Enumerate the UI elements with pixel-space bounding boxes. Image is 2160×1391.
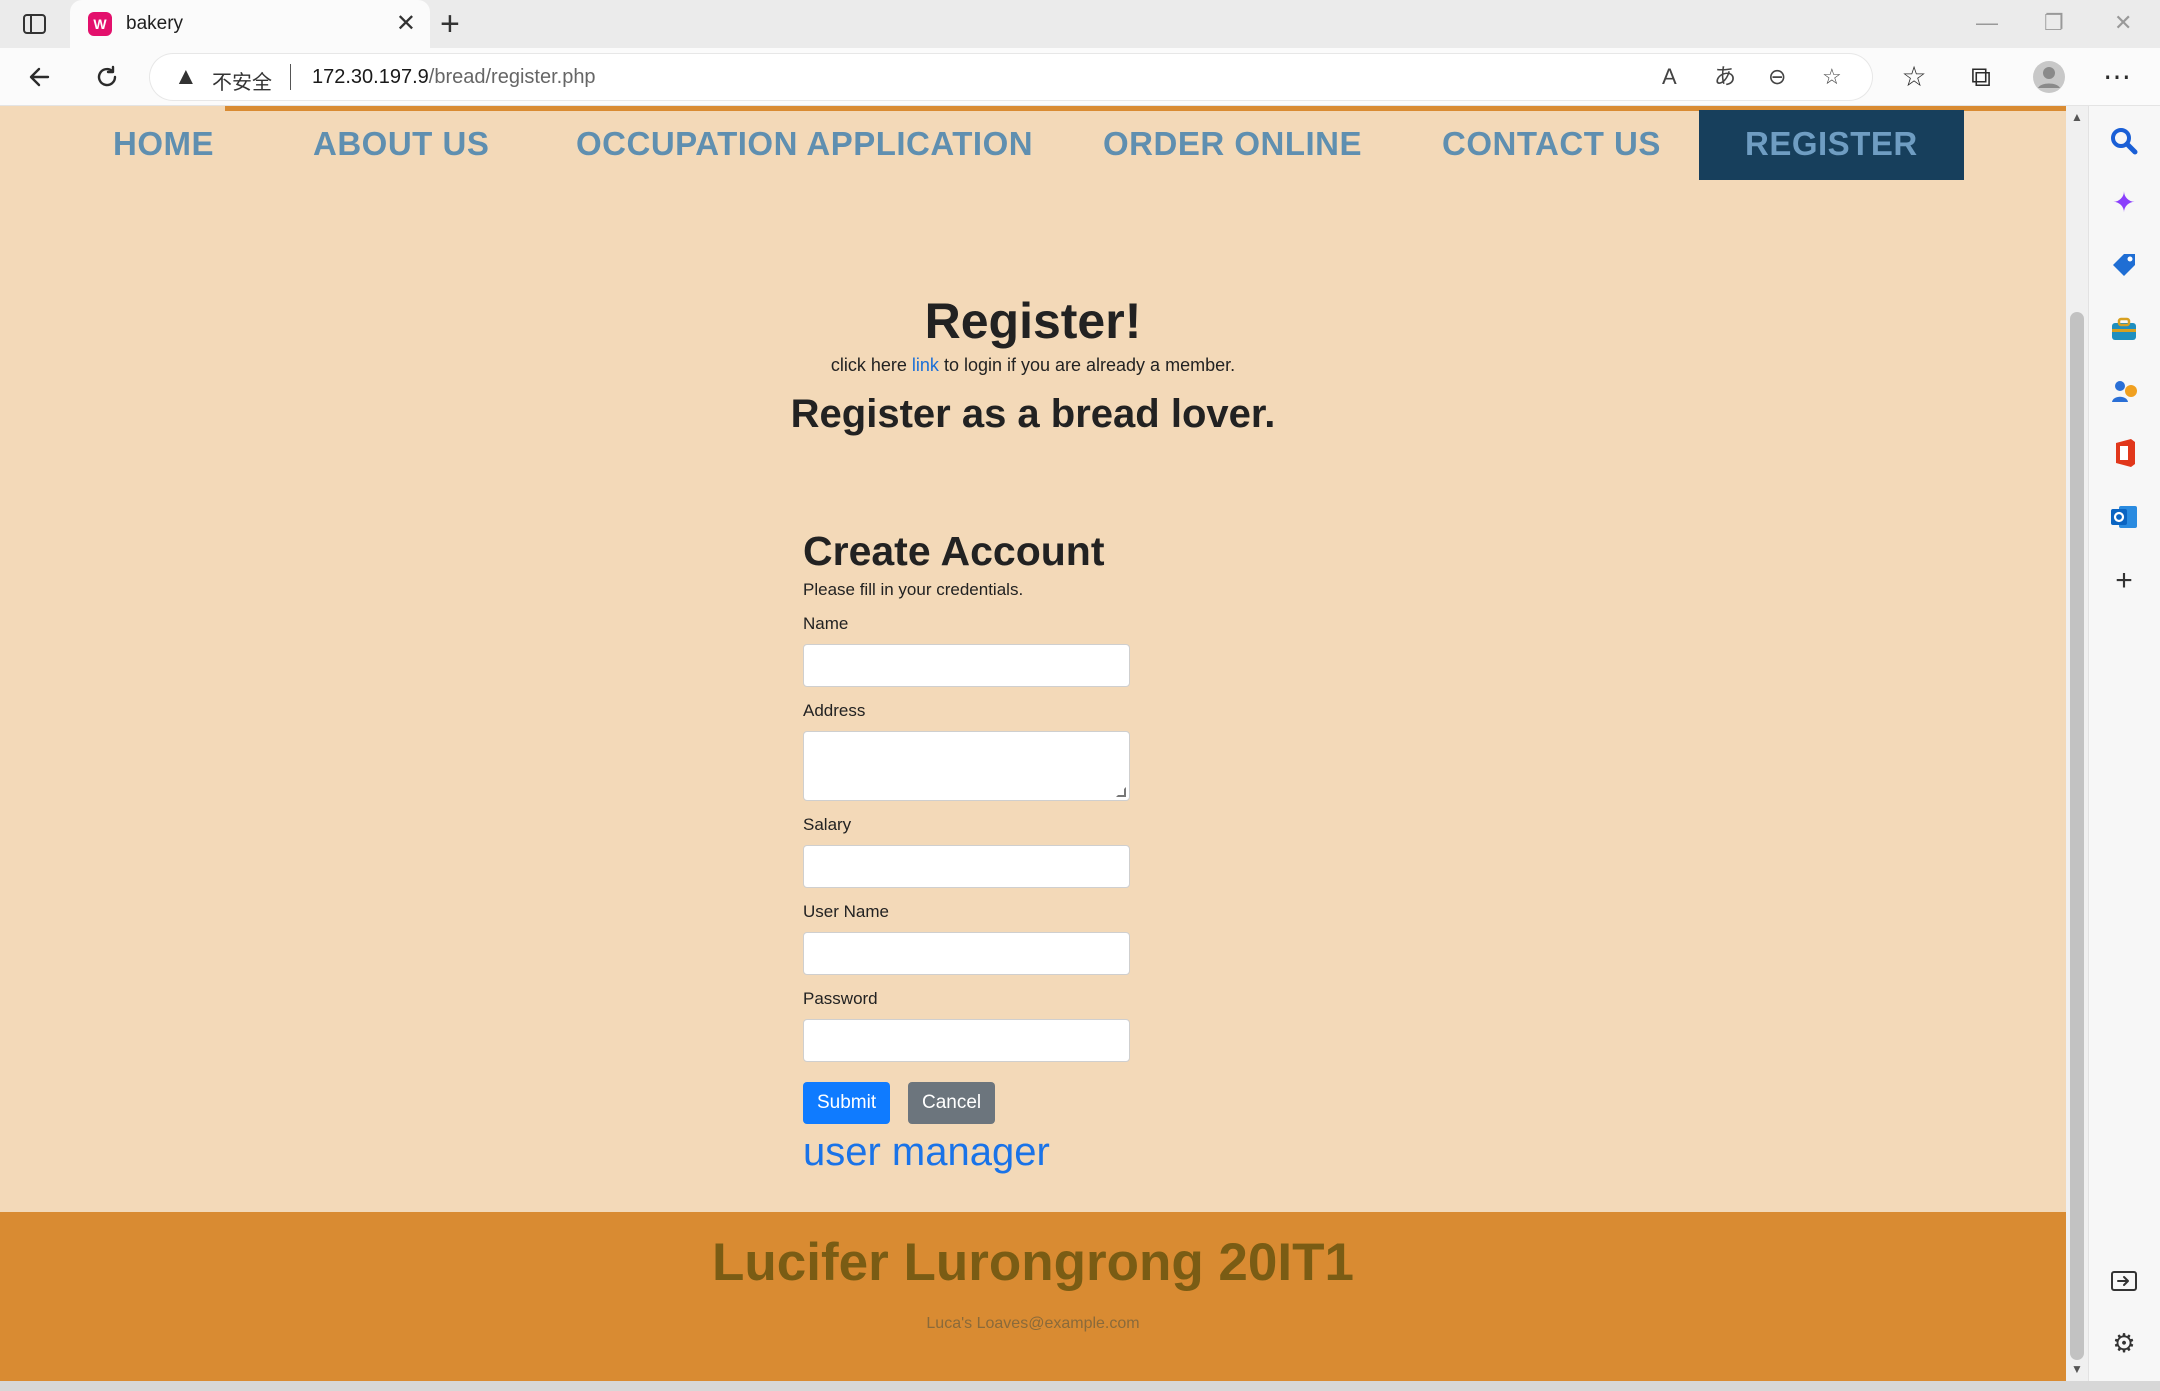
salary-label: Salary [803,815,852,834]
site-footer: Lucifer Lurongrong 20IT1 Luca's Loaves@e… [0,1212,2066,1381]
username-label: User Name [803,902,889,921]
add-sidebar-icon[interactable]: + [2107,564,2141,598]
settings-gear-icon[interactable]: ⚙ [2107,1326,2141,1360]
page-title: Register! [924,293,1142,349]
add-favorite-icon[interactable]: ☆ [1822,63,1842,91]
hide-sidebar-icon[interactable] [2107,1264,2141,1298]
tools-icon[interactable] [2107,312,2141,346]
tab-actions-icon[interactable] [22,12,48,36]
collections-icon[interactable]: ⧉ [1962,58,2000,96]
nav-register[interactable]: REGISTER [1699,110,1964,180]
browser-tab[interactable]: W bakery ✕ [70,0,430,48]
scroll-up-icon[interactable]: ▲ [2071,110,2083,124]
url-text[interactable]: 172.30.197.9/bread/register.php [312,66,596,89]
restore-icon[interactable]: ❐ [2044,10,2064,36]
copilot-icon[interactable]: ✦ [2107,186,2141,220]
form-heading: Create Account [803,528,1105,574]
address-label: Address [803,701,866,720]
footer-title: Lucifer Lurongrong 20IT1 [712,1233,1354,1292]
read-aloud-icon[interactable]: A [1662,63,1677,91]
cancel-button[interactable]: Cancel [908,1082,996,1124]
edge-sidebar: ✦ + ⚙ [2088,106,2160,1381]
login-prefix: click here [830,355,912,375]
nav-about-us[interactable]: ABOUT US [313,110,489,180]
more-menu-icon[interactable]: ⋯ [2098,58,2136,96]
taskbar-edge [0,1381,2160,1391]
tab-title: bakery [126,13,184,34]
separator [290,64,291,90]
translate-icon[interactable]: あ [1714,63,1736,91]
minimize-icon[interactable]: — [1976,10,1998,36]
password-input[interactable] [803,1019,1130,1062]
favorites-icon[interactable]: ☆ [1895,58,1933,96]
resize-handle-icon[interactable] [1116,787,1126,797]
form-buttons: Submit Cancel [803,1082,1203,1124]
login-suffix: to login if you are already a member. [938,355,1236,375]
form-subtext: Please fill in your credentials. [803,580,1024,599]
browser-toolbar: ▲ 不安全 172.30.197.9/bread/register.php A … [0,48,2160,106]
register-form: Create Account Please fill in your crede… [803,526,1203,1175]
security-label[interactable]: 不安全 [212,66,272,95]
login-prompt: click here link to login if you are alre… [0,355,2066,376]
page-scrollbar[interactable]: ▲ ▼ [2066,106,2088,1381]
login-link[interactable]: link [912,355,939,375]
new-tab-icon[interactable]: + [440,6,460,42]
games-icon[interactable] [2107,374,2141,408]
office-icon[interactable] [2107,436,2141,470]
page-subtitle: Register as a bread lover. [790,392,1276,436]
submit-button[interactable]: Submit [803,1082,891,1124]
tab-strip: W bakery ✕ + — ❐ ✕ [0,0,2160,48]
url-host: 172.30.197.9 [312,66,429,88]
profile-avatar-icon[interactable] [2030,58,2068,96]
warning-icon[interactable]: ▲ [174,63,198,91]
address-textarea[interactable] [803,731,1130,801]
password-label: Password [803,989,878,1008]
web-page: HOME ABOUT US OCCUPATION APPLICATION ORD… [0,106,2066,1381]
close-window-icon[interactable]: ✕ [2114,10,2132,36]
url-path: /bread/register.php [428,66,596,88]
salary-input[interactable] [803,845,1130,888]
address-bar[interactable]: ▲ 不安全 172.30.197.9/bread/register.php A … [150,54,1872,100]
name-input[interactable] [803,644,1130,687]
user-manager-link[interactable]: user manager [803,1130,1203,1175]
nav-occupation-application[interactable]: OCCUPATION APPLICATION [576,110,1033,180]
outlook-icon[interactable] [2107,500,2141,534]
refresh-icon[interactable] [88,58,126,96]
site-nav: HOME ABOUT US OCCUPATION APPLICATION ORD… [0,110,2066,180]
back-icon[interactable] [22,58,60,96]
scroll-down-icon[interactable]: ▼ [2071,1362,2083,1376]
name-label: Name [803,614,849,633]
username-input[interactable] [803,932,1130,975]
nav-order-online[interactable]: ORDER ONLINE [1103,110,1362,180]
search-icon[interactable] [2107,124,2141,158]
nav-home[interactable]: HOME [113,110,214,180]
nav-contact-us[interactable]: CONTACT US [1442,110,1661,180]
zoom-out-icon[interactable]: ⊖ [1768,63,1786,91]
footer-email: Luca's Loaves@example.com [926,1315,1140,1332]
shopping-tag-icon[interactable] [2107,248,2141,282]
site-favicon-icon: W [88,12,112,36]
close-tab-icon[interactable]: ✕ [396,10,416,38]
scroll-thumb[interactable] [2070,312,2084,1360]
